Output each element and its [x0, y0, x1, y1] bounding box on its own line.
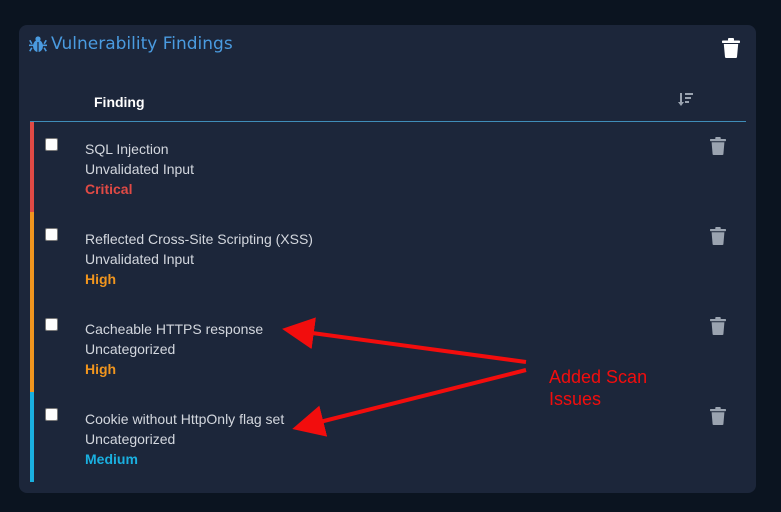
column-header-finding[interactable]: Finding: [94, 94, 145, 110]
annotation-line-2: Issues: [549, 389, 602, 409]
finding-severity: High: [85, 361, 117, 377]
bug-icon: [29, 36, 47, 52]
finding-checkbox[interactable]: [45, 228, 58, 241]
trash-icon[interactable]: [722, 38, 740, 58]
finding-severity: Critical: [85, 181, 133, 197]
finding-name: Reflected Cross-Site Scripting (XSS): [85, 231, 313, 247]
finding-checkbox[interactable]: [45, 408, 58, 421]
vulnerability-findings-panel: Vulnerability Findings Finding SQL Injec…: [19, 25, 756, 493]
finding-row[interactable]: SQL Injection Unvalidated Input Critical: [30, 122, 746, 212]
finding-severity: High: [85, 271, 117, 287]
finding-category: Uncategorized: [85, 431, 176, 447]
finding-category: Unvalidated Input: [85, 251, 194, 267]
finding-checkbox[interactable]: [45, 138, 58, 151]
trash-icon[interactable]: [710, 317, 726, 335]
trash-icon[interactable]: [710, 407, 726, 425]
trash-icon[interactable]: [710, 137, 726, 155]
finding-row[interactable]: Reflected Cross-Site Scripting (XSS) Unv…: [30, 212, 746, 302]
finding-details: SQL Injection Unvalidated Input Critical: [85, 139, 194, 199]
finding-name: Cacheable HTTPS response: [85, 321, 264, 337]
finding-severity: Medium: [85, 451, 138, 467]
finding-name: SQL Injection: [85, 141, 169, 157]
panel-title-text: Vulnerability Findings: [51, 34, 233, 54]
finding-details: Reflected Cross-Site Scripting (XSS) Unv…: [85, 229, 313, 289]
finding-details: Cookie without HttpOnly flag set Uncateg…: [85, 409, 284, 469]
finding-name: Cookie without HttpOnly flag set: [85, 411, 285, 427]
finding-category: Uncategorized: [85, 341, 176, 357]
trash-icon[interactable]: [710, 227, 726, 245]
finding-checkbox[interactable]: [45, 318, 58, 331]
annotation-text: Added Scan Issues: [549, 366, 647, 410]
findings-list: SQL Injection Unvalidated Input Critical…: [30, 122, 746, 482]
panel-title: Vulnerability Findings: [29, 34, 233, 54]
finding-details: Cacheable HTTPS response Uncategorized H…: [85, 319, 263, 379]
table-header: Finding: [30, 83, 746, 122]
annotation-line-1: Added Scan: [549, 367, 648, 387]
finding-category: Unvalidated Input: [85, 161, 194, 177]
sort-icon[interactable]: [678, 92, 694, 108]
